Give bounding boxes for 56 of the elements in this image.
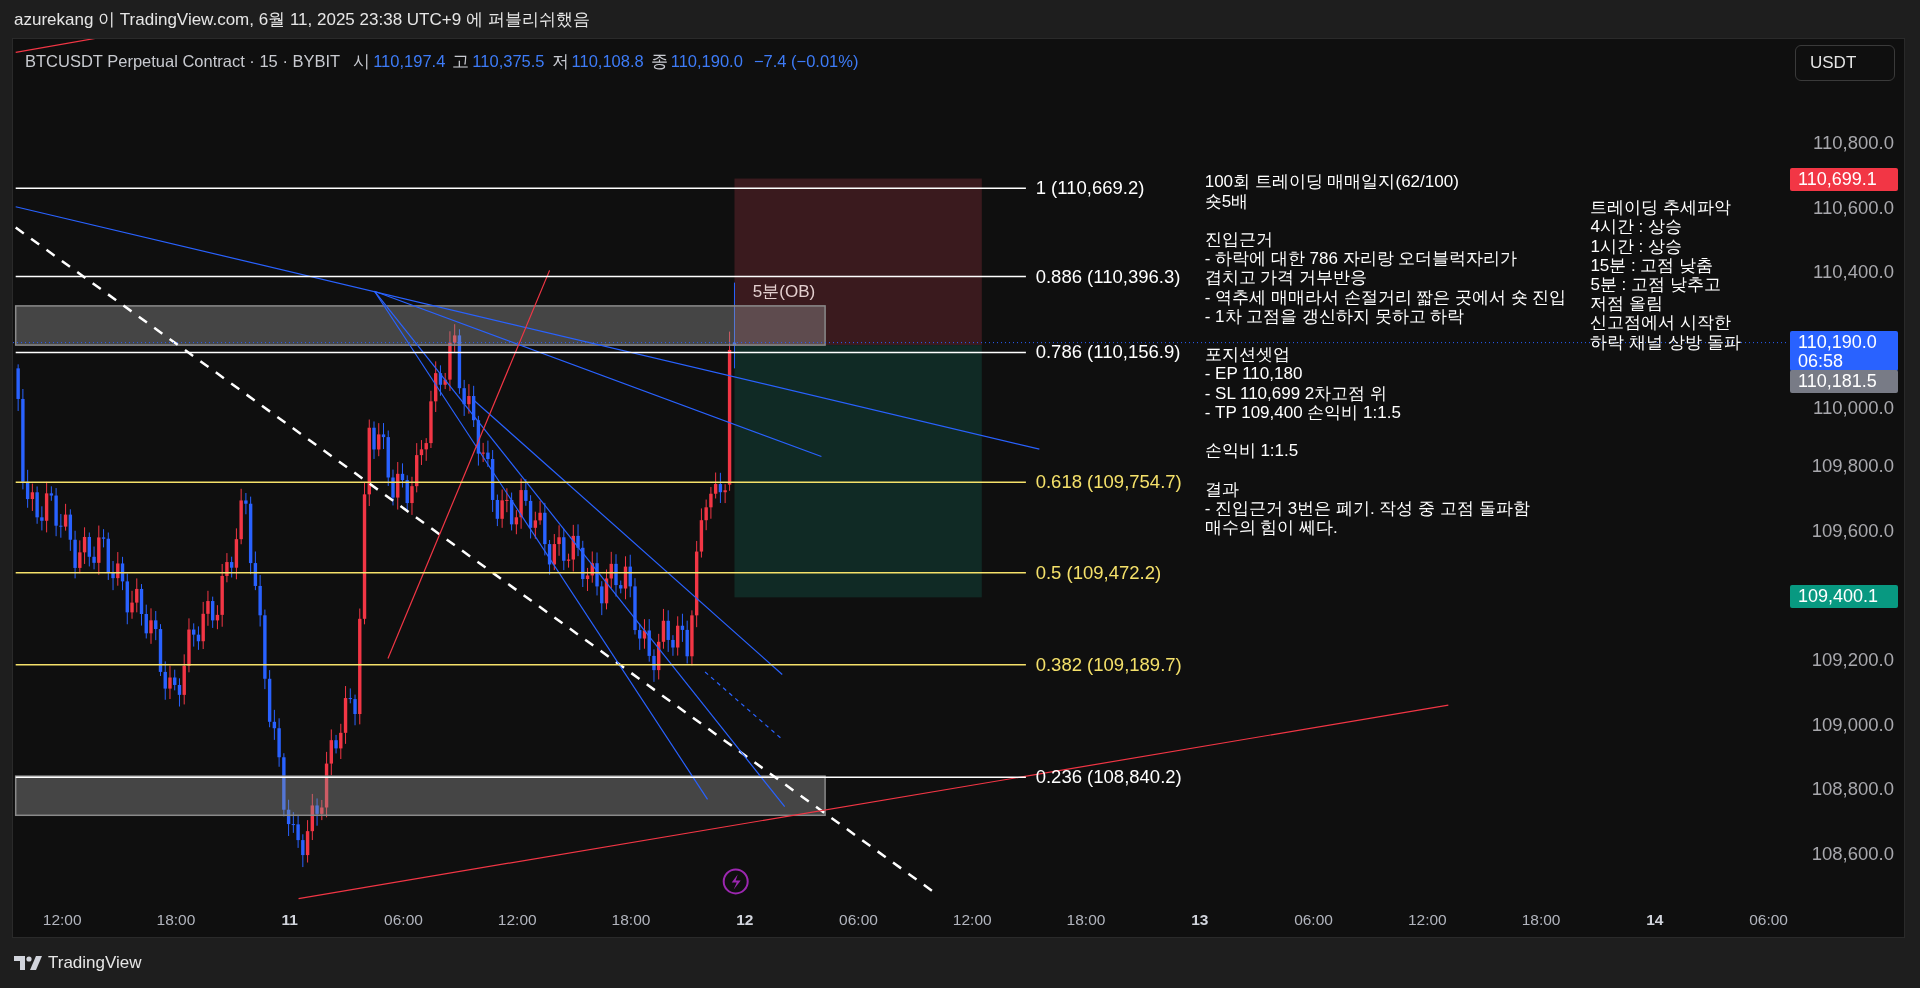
- price-tag: 110,181.5: [1790, 370, 1898, 393]
- time-label: 18:00: [1065, 911, 1107, 929]
- price-tick: 109,800.0: [1811, 455, 1894, 477]
- time-label: 11: [280, 911, 299, 929]
- ohlc-value: 110,197.4: [373, 52, 446, 71]
- time-label: 06:00: [1748, 911, 1789, 929]
- time-label: 12:00: [41, 911, 83, 929]
- fib-level-label: 0.786 (110,156.9): [1035, 341, 1181, 364]
- fib-level-label: 0.5 (109,472.2): [1035, 561, 1162, 584]
- brand-name: TradingView: [48, 953, 142, 973]
- ohlc-value: 110,108.8: [571, 52, 644, 71]
- time-label: 06:00: [383, 911, 424, 929]
- currency-button[interactable]: USDT: [1795, 45, 1895, 81]
- time-label: 18:00: [610, 911, 652, 929]
- price-change: −7.4 (−0.01%): [753, 52, 859, 71]
- price-tick: 110,400.0: [1813, 261, 1894, 283]
- price-tick: 109,200.0: [1811, 649, 1894, 671]
- price-tick: 110,600.0: [1813, 197, 1894, 219]
- publish-info: azurekang 이 TradingView.com, 6월 11, 2025 23:38 UTC+9 에 퍼블리쉬했음: [14, 8, 590, 31]
- time-label: 06:00: [1293, 911, 1334, 929]
- ohlc-label: 종: [650, 51, 668, 72]
- price-tick: 108,800.0: [1811, 778, 1894, 800]
- time-label: 12:00: [496, 911, 538, 929]
- price-tag: 110,699.1: [1790, 168, 1898, 191]
- lightning-icon[interactable]: [722, 868, 749, 895]
- time-label: 12: [735, 911, 755, 929]
- chart-note: 트레이딩 추세파악 4시간 : 상승 1시간 : 상승 15분 : 고점 낮춤 5분 : 고점 낮추고 저점 올림 신고점에서 시작한 하락 채널 상방 돌파: [1590, 198, 1741, 352]
- time-label: 14: [1645, 911, 1665, 929]
- symbol-title: BTCUSDT Perpetual Contract · 15 · BYBIT: [25, 52, 341, 71]
- price-tick: 110,800.0: [1813, 132, 1894, 154]
- fib-level-label: 0.886 (110,396.3): [1035, 265, 1181, 288]
- price-tag: 109,400.1: [1790, 585, 1898, 608]
- time-label: 06:00: [838, 911, 879, 929]
- zone-label: 5분(OB): [752, 281, 816, 304]
- price-tick: 110,000.0: [1813, 397, 1894, 419]
- ohlc-value: 110,375.5: [472, 52, 545, 71]
- fib-level-label: 1 (110,669.2): [1035, 177, 1145, 200]
- chart-note: 100회 트레이딩 매매일지(62/100) 숏5배 진입근거 - 하락에 대한 786 자리랑 오더블럭자리가 겹치고 가격 거부반응 - 역추세 매매라서 손절거리 짧은 곳에서 숏 진입 - 1차 고점을 갱신하지 못하고 하락 포지션셋업 - EP 110,180 - SL 110,699 2차고점 위 - TP 109,400 손익비 1:1.5 손익비 1:1.5 결과 - 진입근거 3번은 폐기. 작성 중 고점 돌파함 매수의 힘이 쎄다.: [1204, 172, 1567, 538]
- time-label: 13: [1190, 911, 1210, 929]
- ohlc-label: 저: [551, 51, 569, 72]
- countdown: 06:58: [1798, 353, 1845, 370]
- price-value: 110,190.0: [1798, 332, 1878, 353]
- price-tick: 108,600.0: [1811, 843, 1894, 865]
- logo-icon: [14, 956, 42, 970]
- time-label: 12:00: [1406, 911, 1448, 929]
- time-label: 18:00: [155, 911, 197, 929]
- fib-level-label: 0.236 (108,840.2): [1035, 766, 1182, 789]
- ohlc-label: 고: [452, 51, 470, 72]
- price-tick: 109,600.0: [1811, 520, 1894, 542]
- price-tick: 109,000.0: [1811, 714, 1894, 736]
- fib-level-label: 0.382 (109,189.7): [1035, 653, 1182, 676]
- time-label: 12:00: [951, 911, 993, 929]
- time-label: 18:00: [1520, 911, 1562, 929]
- fib-level-label: 0.618 (109,754.7): [1035, 471, 1182, 494]
- ohlc-value: 110,190.0: [670, 52, 743, 71]
- ohlc-label: 시: [353, 51, 371, 72]
